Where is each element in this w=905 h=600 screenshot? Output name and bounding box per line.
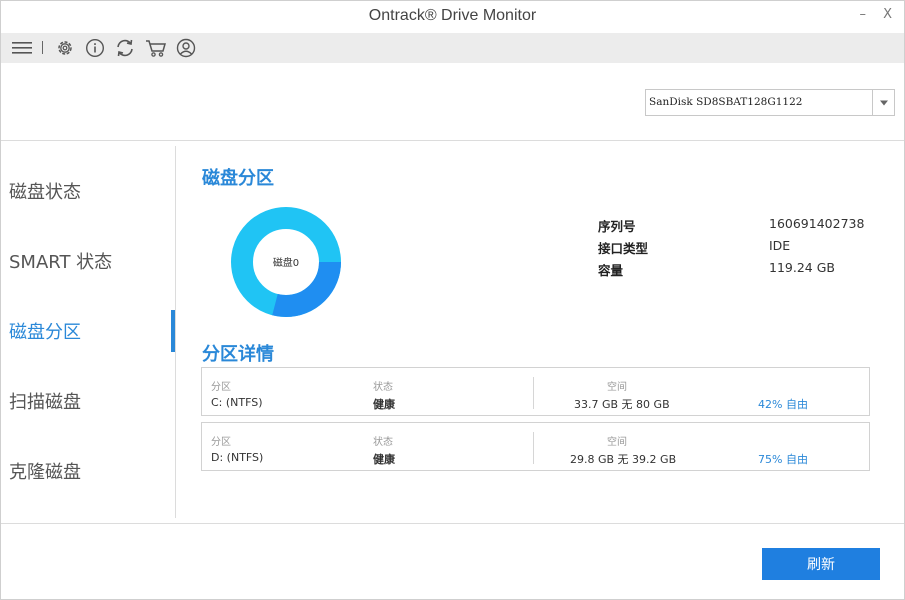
partition-header: 分区 — [211, 382, 231, 393]
partition-header: 分区 — [211, 437, 231, 448]
disk-select-dropdown[interactable]: SanDisk SD8SBAT128G1122 — [645, 89, 895, 116]
partition-details-title: 分区详情 — [202, 344, 274, 365]
sidebar-item-disk-partition[interactable]: 磁盘分区 — [1, 296, 173, 366]
serial-number-label: 序列号 — [598, 219, 636, 234]
toolbar-separator — [42, 41, 43, 54]
partition-divider — [533, 432, 534, 464]
partition-free-percent: 75% 自由 — [758, 453, 808, 466]
refresh-button[interactable]: 刷新 — [762, 548, 880, 580]
disk-select-value: SanDisk SD8SBAT128G1122 — [649, 96, 803, 108]
status-header: 状态 — [373, 437, 393, 448]
disk-selector-area: SanDisk SD8SBAT128G1122 — [1, 63, 904, 141]
partition-status: 健康 — [373, 453, 395, 466]
close-button[interactable]: X — [883, 7, 892, 22]
serial-number-value: 160691402738 — [769, 216, 865, 231]
partition-space: 29.8 GB 无 39.2 GB — [570, 453, 677, 466]
gear-icon[interactable] — [54, 37, 76, 59]
capacity-label: 容量 — [598, 263, 624, 278]
interface-type-value: IDE — [769, 238, 791, 253]
sync-icon[interactable] — [114, 37, 136, 59]
info-icon[interactable] — [84, 37, 106, 59]
partition-name: D: (NTFS) — [211, 451, 264, 464]
partition-status: 健康 — [373, 398, 395, 411]
interface-type-label: 接口类型 — [598, 241, 649, 256]
partition-row[interactable]: 分区 D: (NTFS) 状态 健康 空间 29.8 GB 无 39.2 GB … — [201, 422, 870, 471]
partition-free-percent: 42% 自由 — [758, 398, 808, 411]
menu-icon[interactable] — [11, 37, 33, 59]
title-bar: Ontrack® Drive Monitor – X — [1, 1, 904, 33]
toolbar — [1, 33, 904, 63]
sidebar-item-disk-status[interactable]: 磁盘状态 — [1, 156, 173, 226]
sidebar-item-scan-disk[interactable]: 扫描磁盘 — [1, 366, 173, 436]
status-header: 状态 — [373, 382, 393, 393]
cart-icon[interactable] — [145, 37, 167, 59]
partition-space: 33.7 GB 无 80 GB — [574, 398, 670, 411]
window-title: Ontrack® Drive Monitor — [368, 7, 537, 24]
minimize-button[interactable]: – — [860, 7, 867, 22]
app-window: Ontrack® Drive Monitor – X SanDisk SD8SB… — [0, 0, 905, 600]
chevron-down-icon[interactable] — [872, 90, 894, 115]
space-header: 空间 — [607, 437, 627, 448]
partition-row[interactable]: 分区 C: (NTFS) 状态 健康 空间 33.7 GB 无 80 GB 42… — [201, 367, 870, 416]
partition-name: C: (NTFS) — [211, 396, 263, 409]
user-icon[interactable] — [175, 37, 197, 59]
partition-divider — [533, 377, 534, 409]
sidebar-item-clone-disk[interactable]: 克隆磁盘 — [1, 436, 173, 506]
space-header: 空间 — [607, 382, 627, 393]
sidebar-item-smart-status[interactable]: SMART 状态 — [1, 226, 173, 296]
capacity-value: 119.24 GB — [769, 260, 835, 275]
donut-center-label: 磁盘0 — [272, 258, 300, 269]
sidebar: 磁盘状态 SMART 状态 磁盘分区 扫描磁盘 克隆磁盘 — [1, 142, 177, 522]
disk-partition-title: 磁盘分区 — [202, 168, 274, 189]
footer-divider — [1, 523, 904, 524]
sidebar-divider — [175, 146, 176, 518]
